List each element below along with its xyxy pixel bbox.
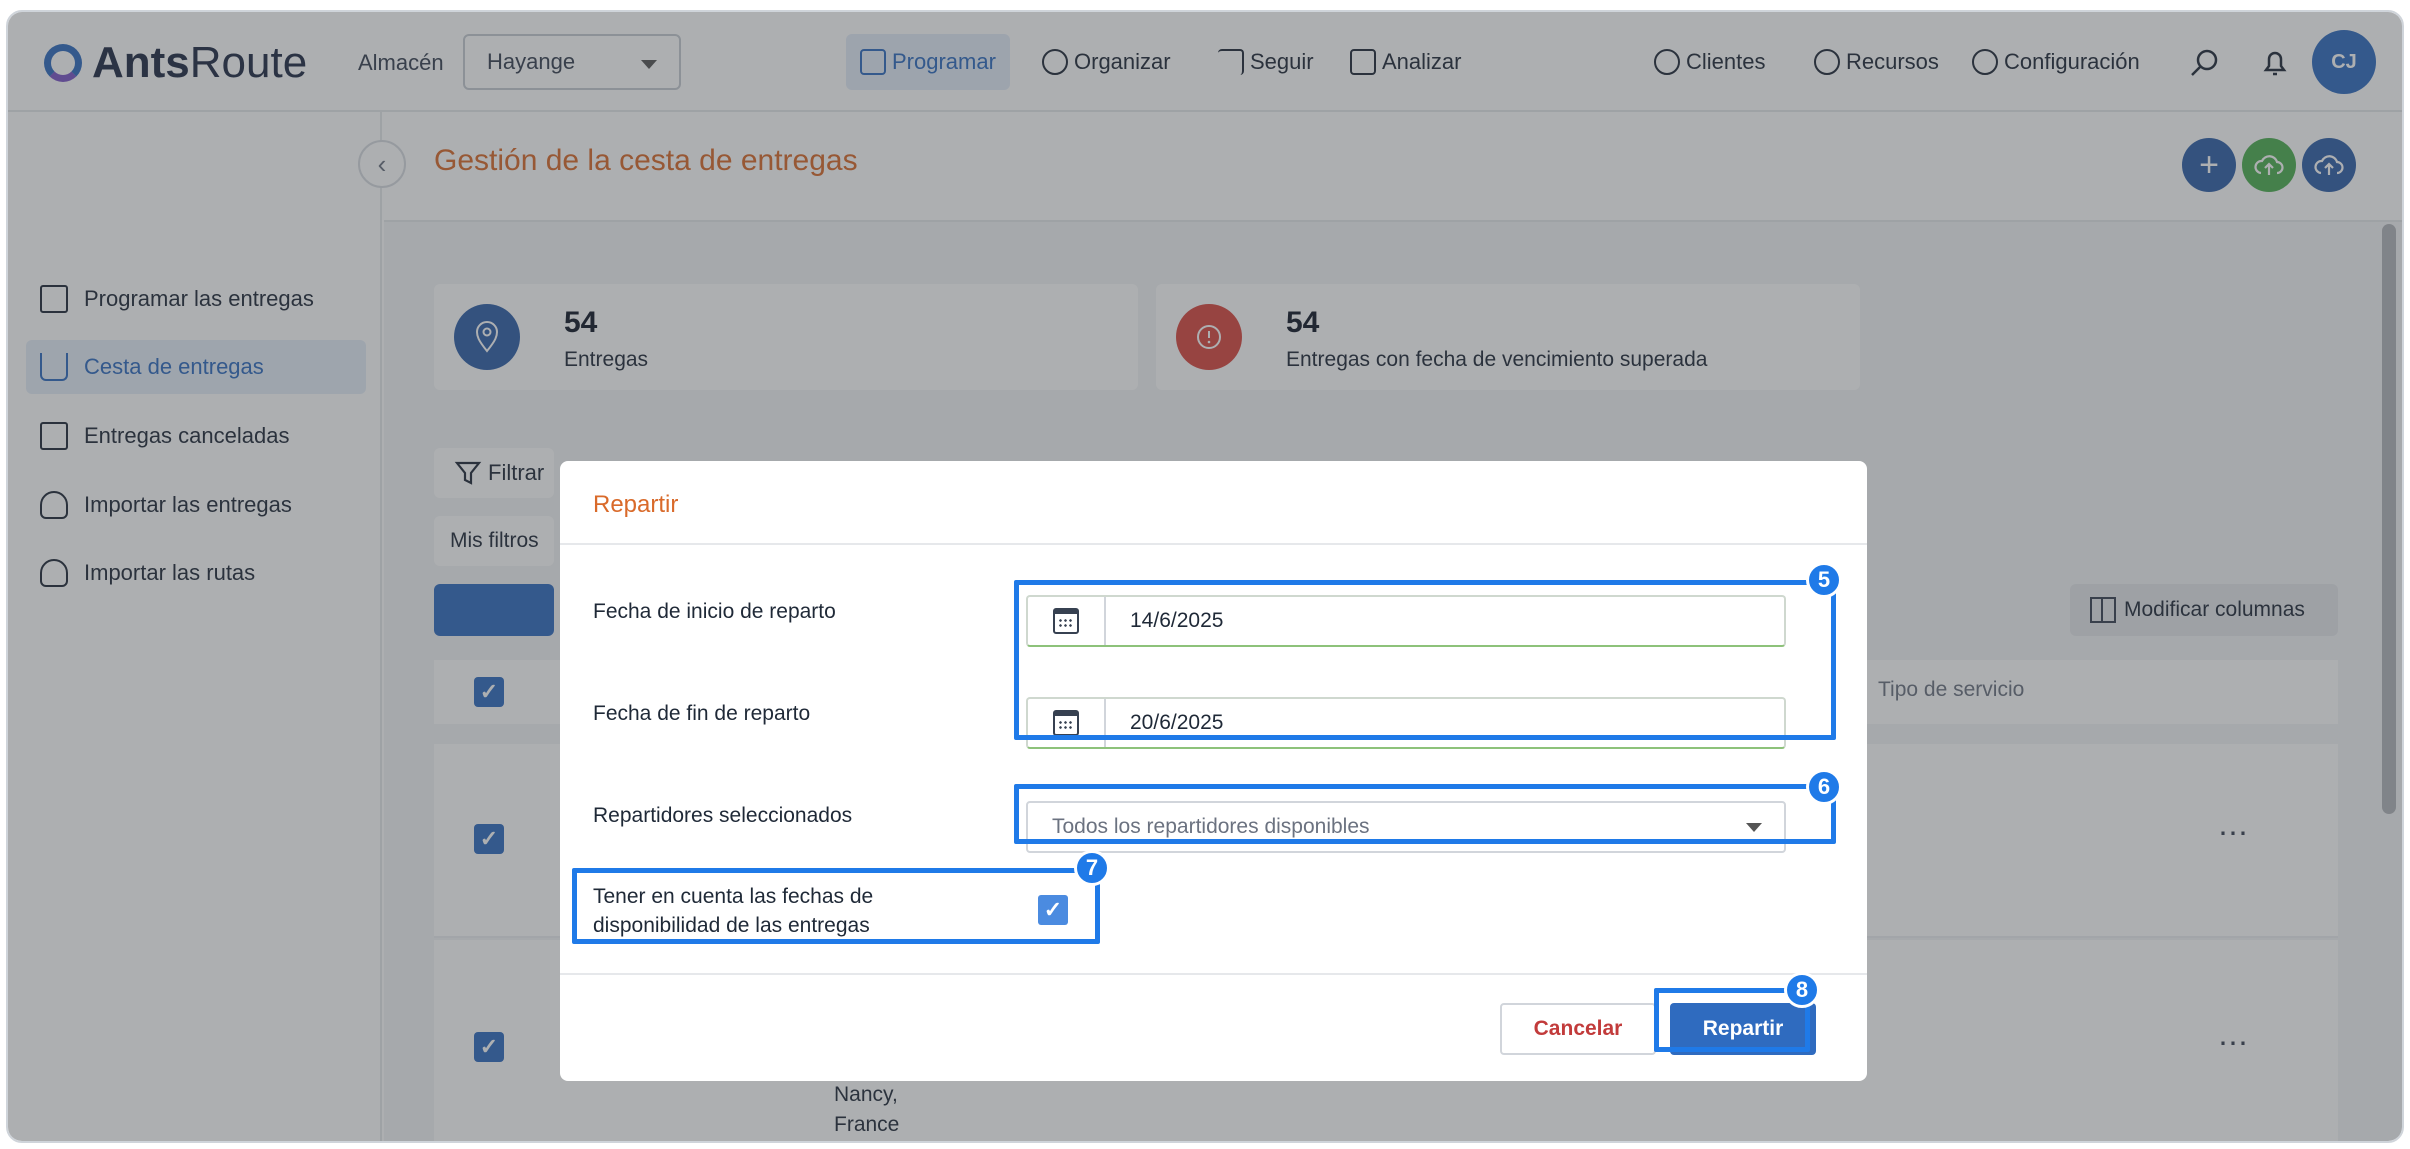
divider — [560, 543, 1867, 545]
app-window: Ants Route Almacén Hayange Programar Orga… — [6, 10, 2404, 1143]
annotation-badge: 7 — [1074, 850, 1110, 886]
scrollbar[interactable] — [2382, 224, 2396, 814]
end-date-label: Fecha de fin de reparto — [593, 702, 811, 725]
highlight-box-dates — [1014, 580, 1836, 740]
highlight-box-drivers — [1014, 784, 1836, 844]
divider — [560, 973, 1867, 975]
drivers-label: Repartidores seleccionados — [593, 804, 853, 827]
annotation-badge: 6 — [1806, 769, 1842, 805]
annotation-badge: 8 — [1784, 972, 1820, 1008]
cancel-button[interactable]: Cancelar — [1500, 1003, 1656, 1055]
dialog-title: Repartir — [593, 491, 679, 518]
start-date-label: Fecha de inicio de reparto — [593, 600, 836, 623]
highlight-box-availability — [572, 868, 1100, 944]
annotation-badge: 5 — [1806, 562, 1842, 598]
